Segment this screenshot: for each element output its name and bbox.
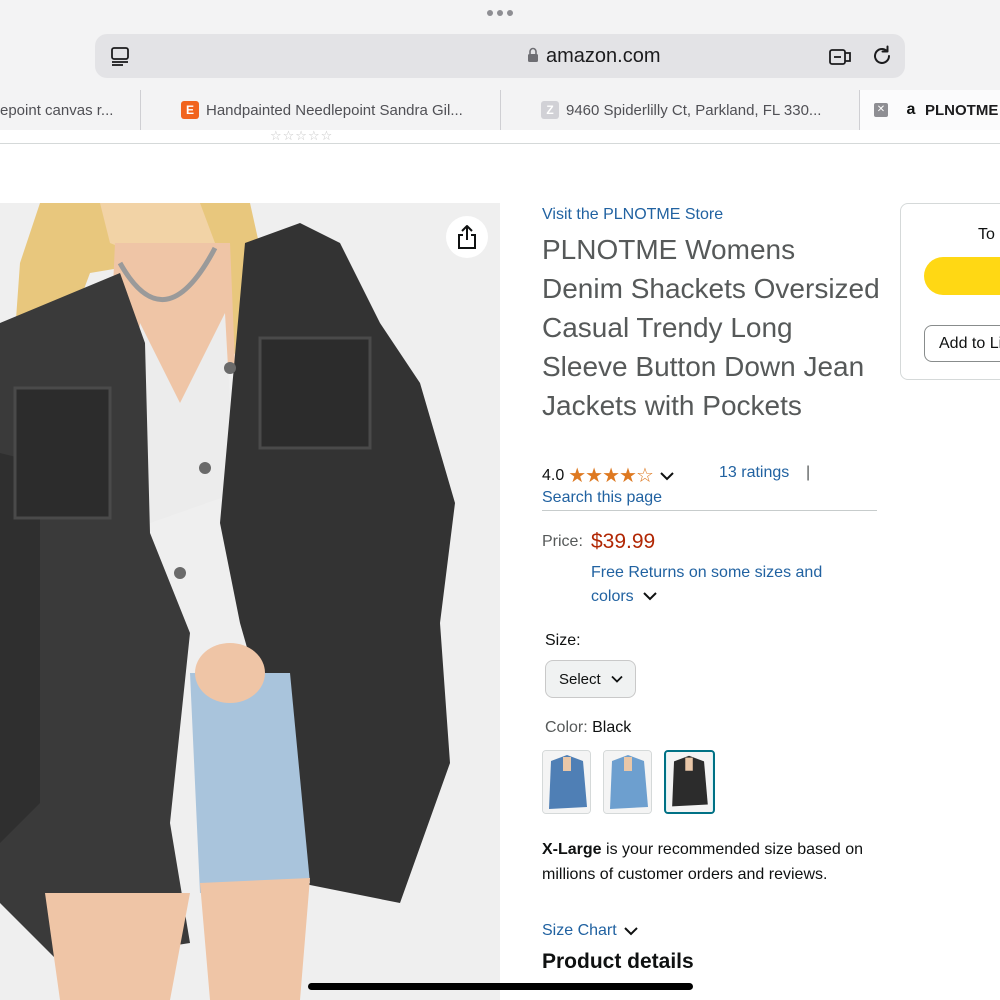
swatch-image — [666, 752, 713, 812]
zillow-favicon: Z — [541, 101, 559, 119]
free-returns-text: Free Returns on some sizes and colors — [591, 564, 823, 605]
share-icon — [458, 225, 476, 249]
color-label: Color: — [545, 719, 593, 736]
price-label: Price: — [542, 533, 583, 550]
section-divider — [542, 510, 877, 511]
product-title: PLNOTME Womens Denim Shackets Oversized … — [542, 234, 880, 421]
product-image[interactable] — [0, 203, 500, 1000]
chevron-down-icon[interactable] — [659, 471, 675, 481]
star-rating-icon: ★★★★☆ — [568, 465, 654, 487]
scrolled-stars: ☆☆☆☆☆ — [270, 128, 334, 143]
size-dropdown-value: Select — [559, 670, 601, 688]
buybox-to-label: To — [978, 226, 995, 243]
rating-value: 4.0 — [542, 466, 565, 484]
color-swatch-black[interactable] — [664, 750, 715, 814]
swatch-image — [604, 751, 651, 813]
tab-needlepoint-canvas[interactable]: epoint canvas r... — [0, 90, 141, 130]
multitask-dots[interactable] — [487, 10, 513, 16]
visit-store-link[interactable]: Visit the PLNOTME Store — [542, 206, 723, 224]
separator: | — [806, 464, 811, 481]
buy-box: To Add to Li — [900, 203, 1000, 380]
chevron-down-icon[interactable] — [642, 591, 658, 601]
browser-chrome: amazon.com epoint canvas r... E Handpain… — [0, 0, 1000, 130]
size-chart-link[interactable]: Size Chart — [542, 922, 639, 940]
search-this-page-link[interactable]: Search this page — [542, 489, 662, 507]
add-to-cart-button[interactable] — [924, 257, 1000, 295]
price-value: $39.99 — [591, 530, 656, 553]
lock-icon — [528, 47, 538, 62]
reload-icon[interactable] — [870, 44, 894, 68]
ratings-count-link[interactable]: 13 ratings — [719, 464, 789, 482]
color-swatches — [542, 750, 715, 814]
etsy-favicon: E — [181, 101, 199, 119]
size-label: Size: — [545, 632, 581, 649]
sidebar-icon[interactable] — [109, 45, 131, 67]
share-button[interactable] — [446, 216, 488, 258]
tab-strip: epoint canvas r... E Handpainted Needlep… — [0, 90, 1000, 130]
tab-zillow-listing[interactable]: Z 9460 Spiderlilly Ct, Parkland, FL 330.… — [501, 90, 860, 130]
tab-title: PLNOTME — [925, 101, 999, 119]
address-bar[interactable]: amazon.com — [95, 34, 905, 78]
jacket-photo — [0, 203, 500, 1000]
amazon-favicon: a — [906, 101, 916, 118]
tab-title: Handpainted Needlepoint Sandra Gil... — [206, 101, 463, 119]
tab-overview-icon[interactable] — [828, 44, 854, 68]
chevron-down-icon — [611, 675, 623, 683]
swatch-image — [543, 751, 590, 813]
close-tab-icon[interactable]: ✕ — [874, 103, 888, 117]
free-returns-link[interactable]: Free Returns on some sizes and colors — [591, 561, 851, 609]
color-swatch-blue[interactable] — [542, 750, 591, 814]
size-dropdown[interactable]: Select — [545, 660, 636, 698]
color-value: Black — [592, 719, 632, 736]
recommended-size: X-Large — [542, 841, 602, 858]
tab-title: 9460 Spiderlilly Ct, Parkland, FL 330... — [566, 101, 822, 119]
tab-title: epoint canvas r... — [0, 101, 114, 119]
tab-etsy-needlepoint[interactable]: E Handpainted Needlepoint Sandra Gil... — [141, 90, 501, 130]
product-details-heading: Product details — [542, 950, 694, 973]
size-chart-label: Size Chart — [542, 922, 617, 939]
tab-amazon-plnotme[interactable]: ✕ a PLNOTME — [860, 90, 1000, 130]
chevron-down-icon — [623, 927, 638, 936]
add-to-list-button[interactable]: Add to Li — [924, 325, 1000, 362]
page-divider — [0, 143, 1000, 144]
rating-summary[interactable]: 4.0 ★★★★☆ — [542, 463, 675, 488]
color-swatch-light-blue[interactable] — [603, 750, 652, 814]
home-indicator[interactable] — [308, 983, 693, 990]
color-selection: Color: Black — [545, 719, 631, 737]
size-recommendation: X-Large is your recommended size based o… — [542, 838, 872, 887]
url-host[interactable]: amazon.com — [546, 45, 661, 68]
